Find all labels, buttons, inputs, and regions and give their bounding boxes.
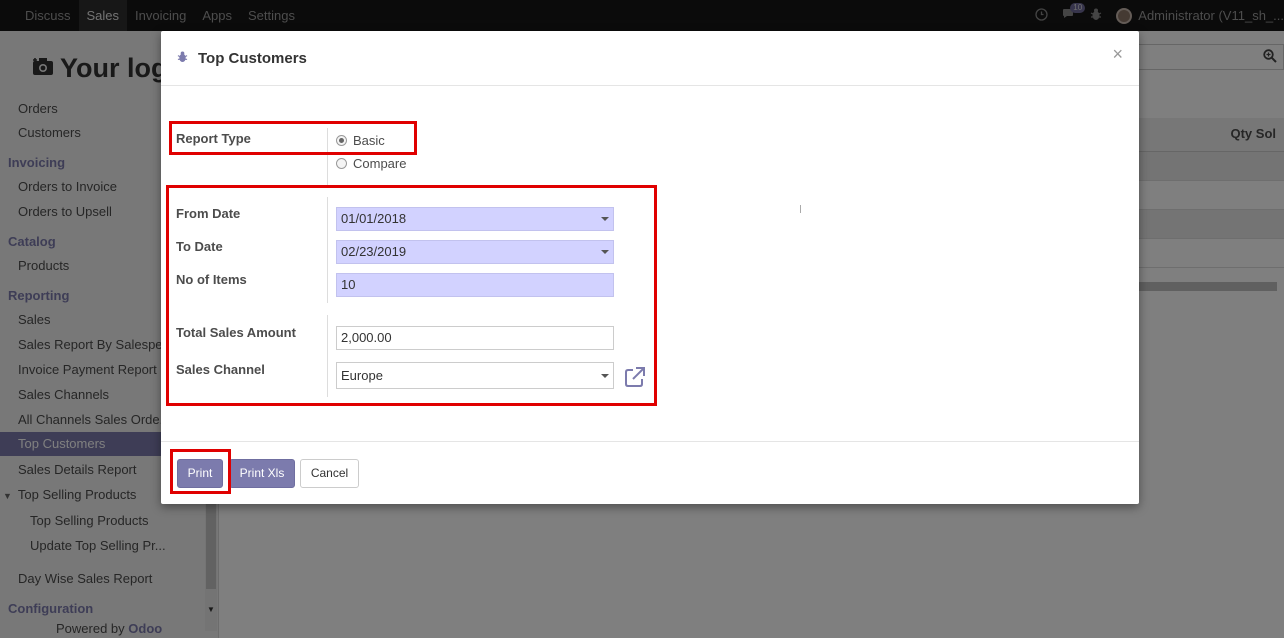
radio-label-compare: Compare (353, 156, 407, 171)
highlight-print-button (170, 449, 231, 494)
dialog-title: Top Customers (198, 50, 307, 67)
print-xls-button[interactable]: Print Xls (229, 459, 295, 488)
divider-mark (800, 205, 801, 213)
report-type-compare-radio[interactable]: Compare (336, 156, 406, 171)
debug-bug-icon (177, 51, 188, 66)
dialog-footer: Print Print Xls Cancel (161, 441, 1139, 504)
dialog-header: Top Customers × (161, 31, 1139, 86)
close-icon[interactable]: × (1112, 44, 1123, 65)
highlight-filter-fields (166, 185, 657, 406)
radio-unselected-icon (336, 158, 347, 169)
cancel-button[interactable]: Cancel (300, 459, 359, 488)
highlight-report-type (169, 121, 417, 155)
